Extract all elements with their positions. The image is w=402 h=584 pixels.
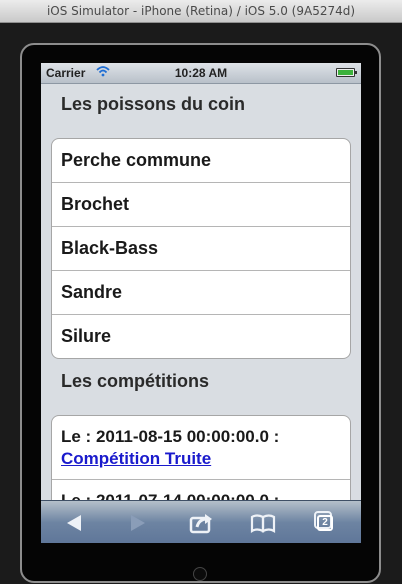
battery-icon (336, 68, 357, 77)
window-titlebar: iOS Simulator - iPhone (Retina) / iOS 5.… (0, 0, 402, 23)
web-content[interactable]: Les poissons du coin Perche commune Broc… (41, 84, 361, 500)
competition-link[interactable]: Compétition Truite (61, 449, 211, 468)
competition-item: Le : 2011-07-14 00:00:00.0 : (52, 480, 350, 500)
fish-list-item[interactable]: Black-Bass (52, 227, 350, 271)
share-icon[interactable] (188, 511, 218, 535)
fish-list: Perche commune Brochet Black-Bass Sandre… (51, 138, 351, 359)
forward-arrow-icon[interactable] (125, 511, 155, 535)
competition-date: Le : 2011-08-15 00:00:00.0 : (61, 427, 280, 446)
fish-section-title: Les poissons du coin (61, 94, 246, 114)
battery-fill (338, 70, 353, 75)
device-screen: Carrier 10:28 AM Les poissons du coin Pe… (41, 63, 361, 543)
back-arrow-icon[interactable] (63, 511, 93, 535)
window-title: iOS Simulator - iPhone (Retina) / iOS 5.… (46, 4, 356, 18)
competitions-list: Le : 2011-08-15 00:00:00.0 : Compétition… (51, 415, 351, 500)
fish-list-item[interactable]: Perche commune (52, 139, 350, 183)
pages-icon[interactable]: 2 (313, 511, 343, 535)
fish-list-item[interactable]: Brochet (52, 183, 350, 227)
bookmarks-icon[interactable] (249, 511, 279, 535)
safari-toolbar: 2 (41, 500, 361, 543)
competition-date: Le : 2011-07-14 00:00:00.0 : (61, 491, 279, 500)
status-time: 10:28 AM (174, 66, 228, 80)
home-button[interactable] (193, 567, 207, 581)
status-bar: Carrier 10:28 AM (41, 63, 361, 84)
pages-count: 2 (317, 515, 333, 531)
competitions-section-title: Les compétitions (61, 371, 210, 391)
competition-item: Le : 2011-08-15 00:00:00.0 : Compétition… (52, 416, 350, 480)
fish-list-item[interactable]: Silure (52, 315, 350, 358)
fish-list-item[interactable]: Sandre (52, 271, 350, 315)
